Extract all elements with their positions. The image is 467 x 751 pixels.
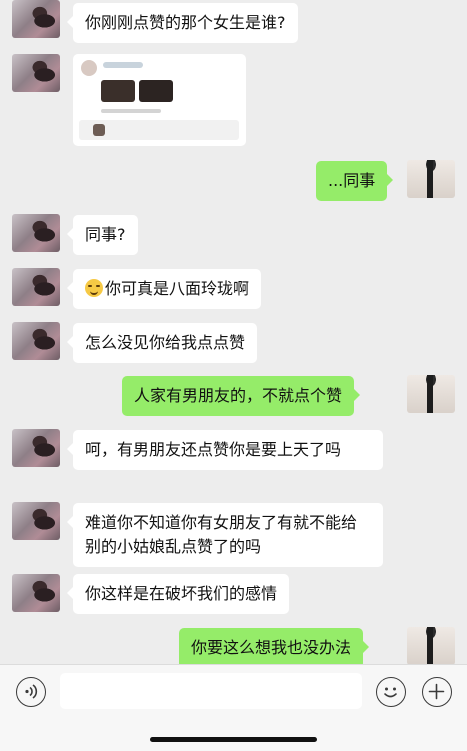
message-bubble[interactable]: 呵，有男朋友还点赞你是要上天了吗 bbox=[67, 430, 383, 470]
smile-emoji-icon bbox=[85, 279, 103, 297]
message-bubble-own[interactable]: 人家有男朋友的，不就点个赞 bbox=[122, 376, 361, 416]
message-bubble[interactable]: 你可真是八面玲珑啊 bbox=[66, 269, 262, 309]
own-avatar[interactable] bbox=[407, 160, 455, 198]
message-bubble[interactable]: 同事? bbox=[67, 215, 138, 255]
message-text: 你刚刚点赞的那个女生是谁? bbox=[85, 13, 286, 32]
message-bubble[interactable]: 你这样是在破坏我们的感情 bbox=[66, 574, 290, 614]
contact-avatar[interactable] bbox=[12, 268, 60, 306]
contact-avatar[interactable] bbox=[12, 502, 60, 540]
message-text: 你可真是八面玲珑啊 bbox=[105, 279, 250, 298]
message-text: 同事? bbox=[85, 225, 126, 244]
own-avatar[interactable] bbox=[407, 375, 455, 413]
contact-avatar[interactable] bbox=[12, 574, 60, 612]
own-avatar[interactable] bbox=[407, 627, 455, 664]
message-text: 呵，有男朋友还点赞你是要上天了吗 bbox=[85, 440, 342, 459]
message-bubble-own[interactable]: ...同事 bbox=[316, 161, 394, 201]
message-text: 难道你不知道你有女朋友了有就不能给别的小姑娘乱点赞了的吗 bbox=[85, 513, 358, 556]
message-text: 你要这么想我也没办法 bbox=[191, 638, 352, 657]
message-input[interactable] bbox=[60, 673, 362, 709]
message-bubble[interactable]: 怎么没见你给我点点赞 bbox=[66, 323, 258, 363]
message-bubble[interactable]: 你刚刚点赞的那个女生是谁? bbox=[67, 3, 298, 43]
message-bubble[interactable]: 难道你不知道你有女朋友了有就不能给别的小姑娘乱点赞了的吗 bbox=[67, 503, 383, 567]
message-text: ...同事 bbox=[328, 171, 376, 190]
more-button[interactable] bbox=[422, 677, 452, 707]
voice-icon bbox=[25, 684, 38, 699]
contact-avatar[interactable] bbox=[12, 54, 60, 92]
home-indicator[interactable] bbox=[150, 737, 317, 742]
message-bubble-own[interactable]: 你要这么想我也没办法 bbox=[179, 628, 370, 664]
contact-avatar[interactable] bbox=[12, 0, 60, 38]
contact-avatar[interactable] bbox=[12, 322, 60, 360]
emoji-button[interactable] bbox=[376, 677, 406, 707]
plus-icon bbox=[428, 683, 445, 700]
voice-button[interactable] bbox=[16, 677, 46, 707]
image-message[interactable] bbox=[73, 54, 246, 146]
message-text: 人家有男朋友的，不就点个赞 bbox=[134, 386, 343, 405]
emoji-icon bbox=[384, 687, 397, 698]
chat-area: 你刚刚点赞的那个女生是谁? ...同事 同事? 你可真是八面玲珑啊 怎么没见你给… bbox=[0, 0, 467, 664]
contact-avatar[interactable] bbox=[12, 429, 60, 467]
message-text: 你这样是在破坏我们的感情 bbox=[85, 584, 278, 603]
contact-avatar[interactable] bbox=[12, 214, 60, 252]
message-text: 怎么没见你给我点点赞 bbox=[85, 333, 246, 352]
